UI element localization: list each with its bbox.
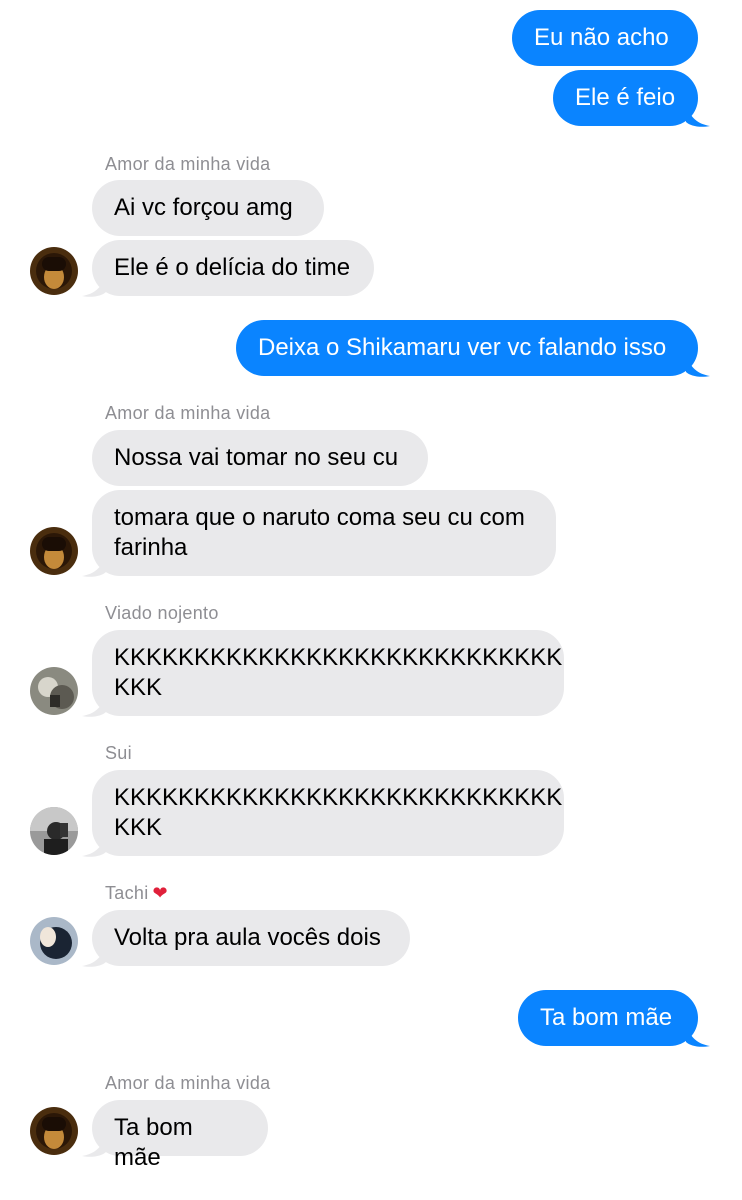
incoming-message[interactable]: Ai vc forçou amg: [92, 180, 324, 236]
outgoing-message[interactable]: Ele é feio: [553, 70, 698, 126]
bubble-tail: [82, 274, 106, 297]
incoming-message[interactable]: Ta bom mãe: [92, 1100, 268, 1171]
incoming-message[interactable]: KKKKKKKKKKKKKKKKKKKKKKKKKKKK KKK: [92, 770, 564, 856]
outgoing-message[interactable]: Eu não acho: [512, 10, 698, 66]
incoming-message[interactable]: Ele é o delícia do time: [92, 240, 374, 296]
bubble-tail: [686, 1024, 710, 1047]
avatar[interactable]: [30, 807, 78, 855]
bubble-tail: [82, 554, 106, 577]
bubble-tail: [82, 834, 106, 857]
avatar[interactable]: [30, 247, 78, 295]
avatar[interactable]: [30, 527, 78, 575]
heart-emoji: ❤: [152, 883, 168, 903]
avatar[interactable]: [30, 917, 78, 965]
bubble-tail: [82, 944, 106, 967]
outgoing-message[interactable]: Ta bom mãe: [518, 990, 698, 1046]
incoming-message[interactable]: Volta pra aula vocês dois: [92, 910, 410, 966]
sender-name: Amor da minha vida: [105, 403, 271, 423]
outgoing-message[interactable]: Deixa o Shikamaru ver vc falando isso: [236, 320, 698, 376]
sender-name: Sui: [105, 743, 132, 763]
incoming-message[interactable]: Nossa vai tomar no seu cu: [92, 430, 428, 486]
sender-name: Tachi ❤: [105, 883, 168, 903]
incoming-message[interactable]: KKKKKKKKKKKKKKKKKKKKKKKKKKKK KKK: [92, 630, 564, 716]
sender-name: Amor da minha vida: [105, 1073, 271, 1093]
sender-name: Amor da minha vida: [105, 154, 271, 174]
bubble-tail: [686, 104, 710, 127]
avatar[interactable]: [30, 667, 78, 715]
bubble-tail: [82, 694, 106, 717]
bubble-tail: [82, 1134, 106, 1157]
incoming-message[interactable]: tomara que o naruto coma seu cu com fari…: [92, 490, 556, 576]
bubble-tail: [686, 354, 710, 377]
avatar[interactable]: [30, 1107, 78, 1155]
sender-name: Viado nojento: [105, 603, 219, 623]
